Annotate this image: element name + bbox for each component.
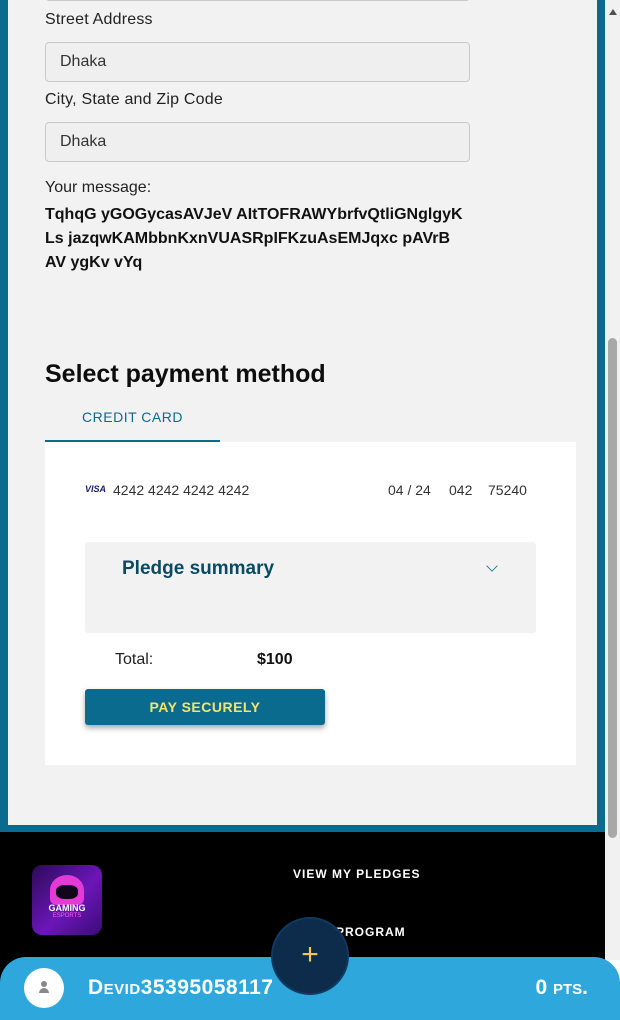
logo-face-shape xyxy=(56,885,78,899)
logo-text: GAMING xyxy=(48,903,86,913)
pledge-summary-accordion[interactable]: Pledge summary xyxy=(85,542,536,633)
message-text: TqhqG yGOGycasAVJeV AItTOFRAWYbrfvQtliGN… xyxy=(45,206,463,271)
points-counter: 0 pts. xyxy=(535,976,588,999)
form-content: Street Address Dhaka City, State and Zip… xyxy=(8,0,597,825)
street-address-input[interactable]: Dhaka xyxy=(45,42,470,82)
total-value: $100 xyxy=(257,651,293,668)
city-state-zip-label: City, State and Zip Code xyxy=(45,91,223,108)
visa-icon: VISA xyxy=(85,484,107,494)
card-expiry-input[interactable]: 04 / 24 xyxy=(388,482,431,498)
pledge-summary-title: Pledge summary xyxy=(122,558,275,579)
pay-securely-button[interactable]: PAY SECURELY xyxy=(85,689,325,725)
scrollbar-thumb[interactable] xyxy=(608,338,617,838)
page: Street Address Dhaka City, State and Zip… xyxy=(0,0,620,1020)
tab-credit-card[interactable]: CREDIT CARD xyxy=(45,397,220,442)
program-link[interactable]: PROGRAM xyxy=(336,925,406,939)
view-my-pledges-link[interactable]: VIEW MY PLEDGES xyxy=(293,867,420,881)
chevron-down-icon[interactable] xyxy=(486,560,498,572)
card-zip-input[interactable]: 75240 xyxy=(488,482,527,498)
card-panel: VISA 4242 4242 4242 4242 04 / 24 042 752… xyxy=(45,442,576,765)
total-label: Total: xyxy=(115,651,154,668)
payment-method-heading: Select payment method xyxy=(45,360,326,388)
street-address-label: Street Address xyxy=(45,11,153,28)
previous-field-edge[interactable] xyxy=(45,0,470,1)
city-state-zip-input[interactable]: Dhaka xyxy=(45,122,470,162)
logo-subtext: ESPORTS xyxy=(52,913,82,919)
add-button[interactable]: + xyxy=(271,917,349,995)
gaming-logo[interactable]: GAMING ESPORTS xyxy=(32,865,102,935)
username: Devid35395058117 xyxy=(88,976,274,999)
plus-icon: + xyxy=(301,938,319,971)
message-label: Your message: xyxy=(45,179,152,196)
scroll-up-arrow-icon[interactable] xyxy=(609,9,617,15)
card-number-input[interactable]: 4242 4242 4242 4242 xyxy=(113,482,249,498)
card-cvc-input[interactable]: 042 xyxy=(449,482,472,498)
avatar[interactable] xyxy=(24,968,64,1008)
